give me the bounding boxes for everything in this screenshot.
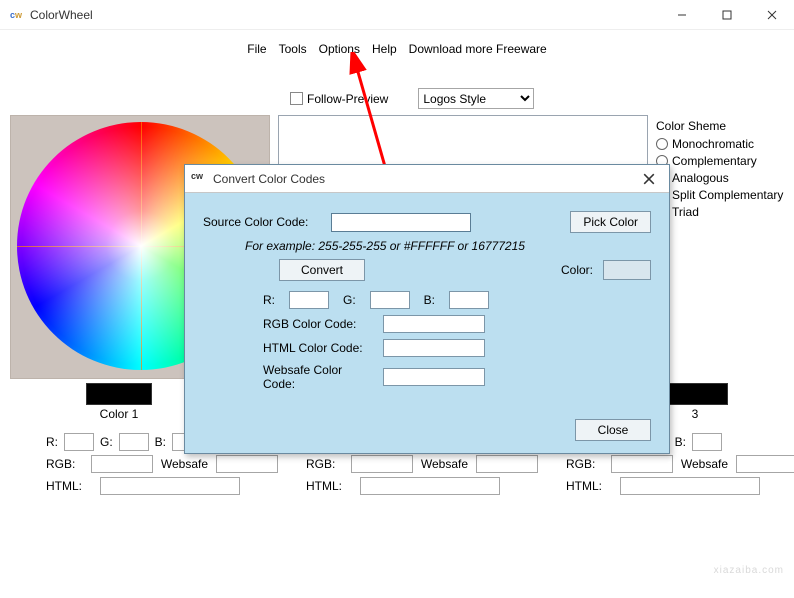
dlg-websafe-code-input[interactable] [383, 368, 485, 386]
col1-html-input[interactable] [100, 477, 240, 495]
checkbox-icon [290, 92, 303, 105]
menu-download[interactable]: Download more Freeware [405, 40, 551, 58]
col1-r-input[interactable] [64, 433, 94, 451]
radio-split-complementary[interactable]: Split Complementary [656, 188, 784, 202]
menubar: File Tools Options Help Download more Fr… [0, 30, 794, 64]
maximize-button[interactable] [704, 0, 749, 30]
radio-monochromatic[interactable]: Monochromatic [656, 137, 784, 151]
swatch-color1[interactable] [86, 383, 152, 405]
dlg-r-input[interactable] [289, 291, 329, 309]
radio-complementary[interactable]: Complementary [656, 154, 784, 168]
dlg-g-input[interactable] [370, 291, 410, 309]
dialog-titlebar: cw Convert Color Codes [185, 165, 669, 193]
dlg-rgb-code-input[interactable] [383, 315, 485, 333]
col3-html-input[interactable] [620, 477, 760, 495]
menu-tools[interactable]: Tools [275, 40, 311, 58]
col2-html-input[interactable] [360, 477, 500, 495]
preview-controls: Follow-Preview Logos Style [290, 88, 784, 109]
col1-g-input[interactable] [119, 433, 149, 451]
dlg-b-input[interactable] [449, 291, 489, 309]
minimize-button[interactable] [659, 0, 704, 30]
dialog-title: Convert Color Codes [213, 172, 325, 186]
titlebar: cw ColorWheel [0, 0, 794, 30]
dialog-close-x[interactable] [629, 165, 669, 193]
col3-rgb-input[interactable] [611, 455, 673, 473]
source-color-input[interactable] [331, 213, 471, 232]
scheme-legend: Color Sheme [656, 119, 784, 133]
dialog-close-button[interactable]: Close [575, 419, 651, 441]
style-dropdown[interactable]: Logos Style [418, 88, 534, 109]
convert-button[interactable]: Convert [279, 259, 365, 281]
col1-rgb-input[interactable] [91, 455, 153, 473]
menu-file[interactable]: File [243, 40, 270, 58]
follow-preview-label: Follow-Preview [307, 92, 388, 106]
source-color-label: Source Color Code: [203, 215, 321, 229]
close-icon [643, 173, 655, 185]
col3-websafe-input[interactable] [736, 455, 794, 473]
color-label: Color: [561, 263, 593, 277]
convert-color-codes-dialog: cw Convert Color Codes Source Color Code… [184, 164, 670, 454]
col3-b-input[interactable] [692, 433, 722, 451]
radio-analogous[interactable]: Analogous [656, 171, 784, 185]
radio-triad[interactable]: Triad [656, 205, 784, 219]
window-title: ColorWheel [30, 8, 93, 22]
dlg-html-code-input[interactable] [383, 339, 485, 357]
dialog-app-icon: cw [191, 171, 207, 187]
pick-color-button[interactable]: Pick Color [570, 211, 651, 233]
result-color-swatch [603, 260, 651, 280]
menu-help[interactable]: Help [368, 40, 401, 58]
col1-websafe-input[interactable] [216, 455, 278, 473]
watermark: xiazaiba.com [714, 565, 784, 576]
close-button[interactable] [749, 0, 794, 30]
col2-rgb-input[interactable] [351, 455, 413, 473]
swatch-color1-label: Color 1 [86, 407, 152, 421]
example-text: For example: 255-255-255 or #FFFFFF or 1… [245, 239, 651, 253]
color-scheme-group: Color Sheme Monochromatic Complementary … [656, 115, 784, 379]
window-controls [659, 0, 794, 30]
follow-preview-checkbox[interactable]: Follow-Preview [290, 92, 388, 106]
app-icon: cw [8, 7, 24, 23]
swatch-color3-label: 3 [662, 407, 728, 421]
menu-options[interactable]: Options [315, 40, 364, 58]
swatch-color3[interactable] [662, 383, 728, 405]
col2-websafe-input[interactable] [476, 455, 538, 473]
